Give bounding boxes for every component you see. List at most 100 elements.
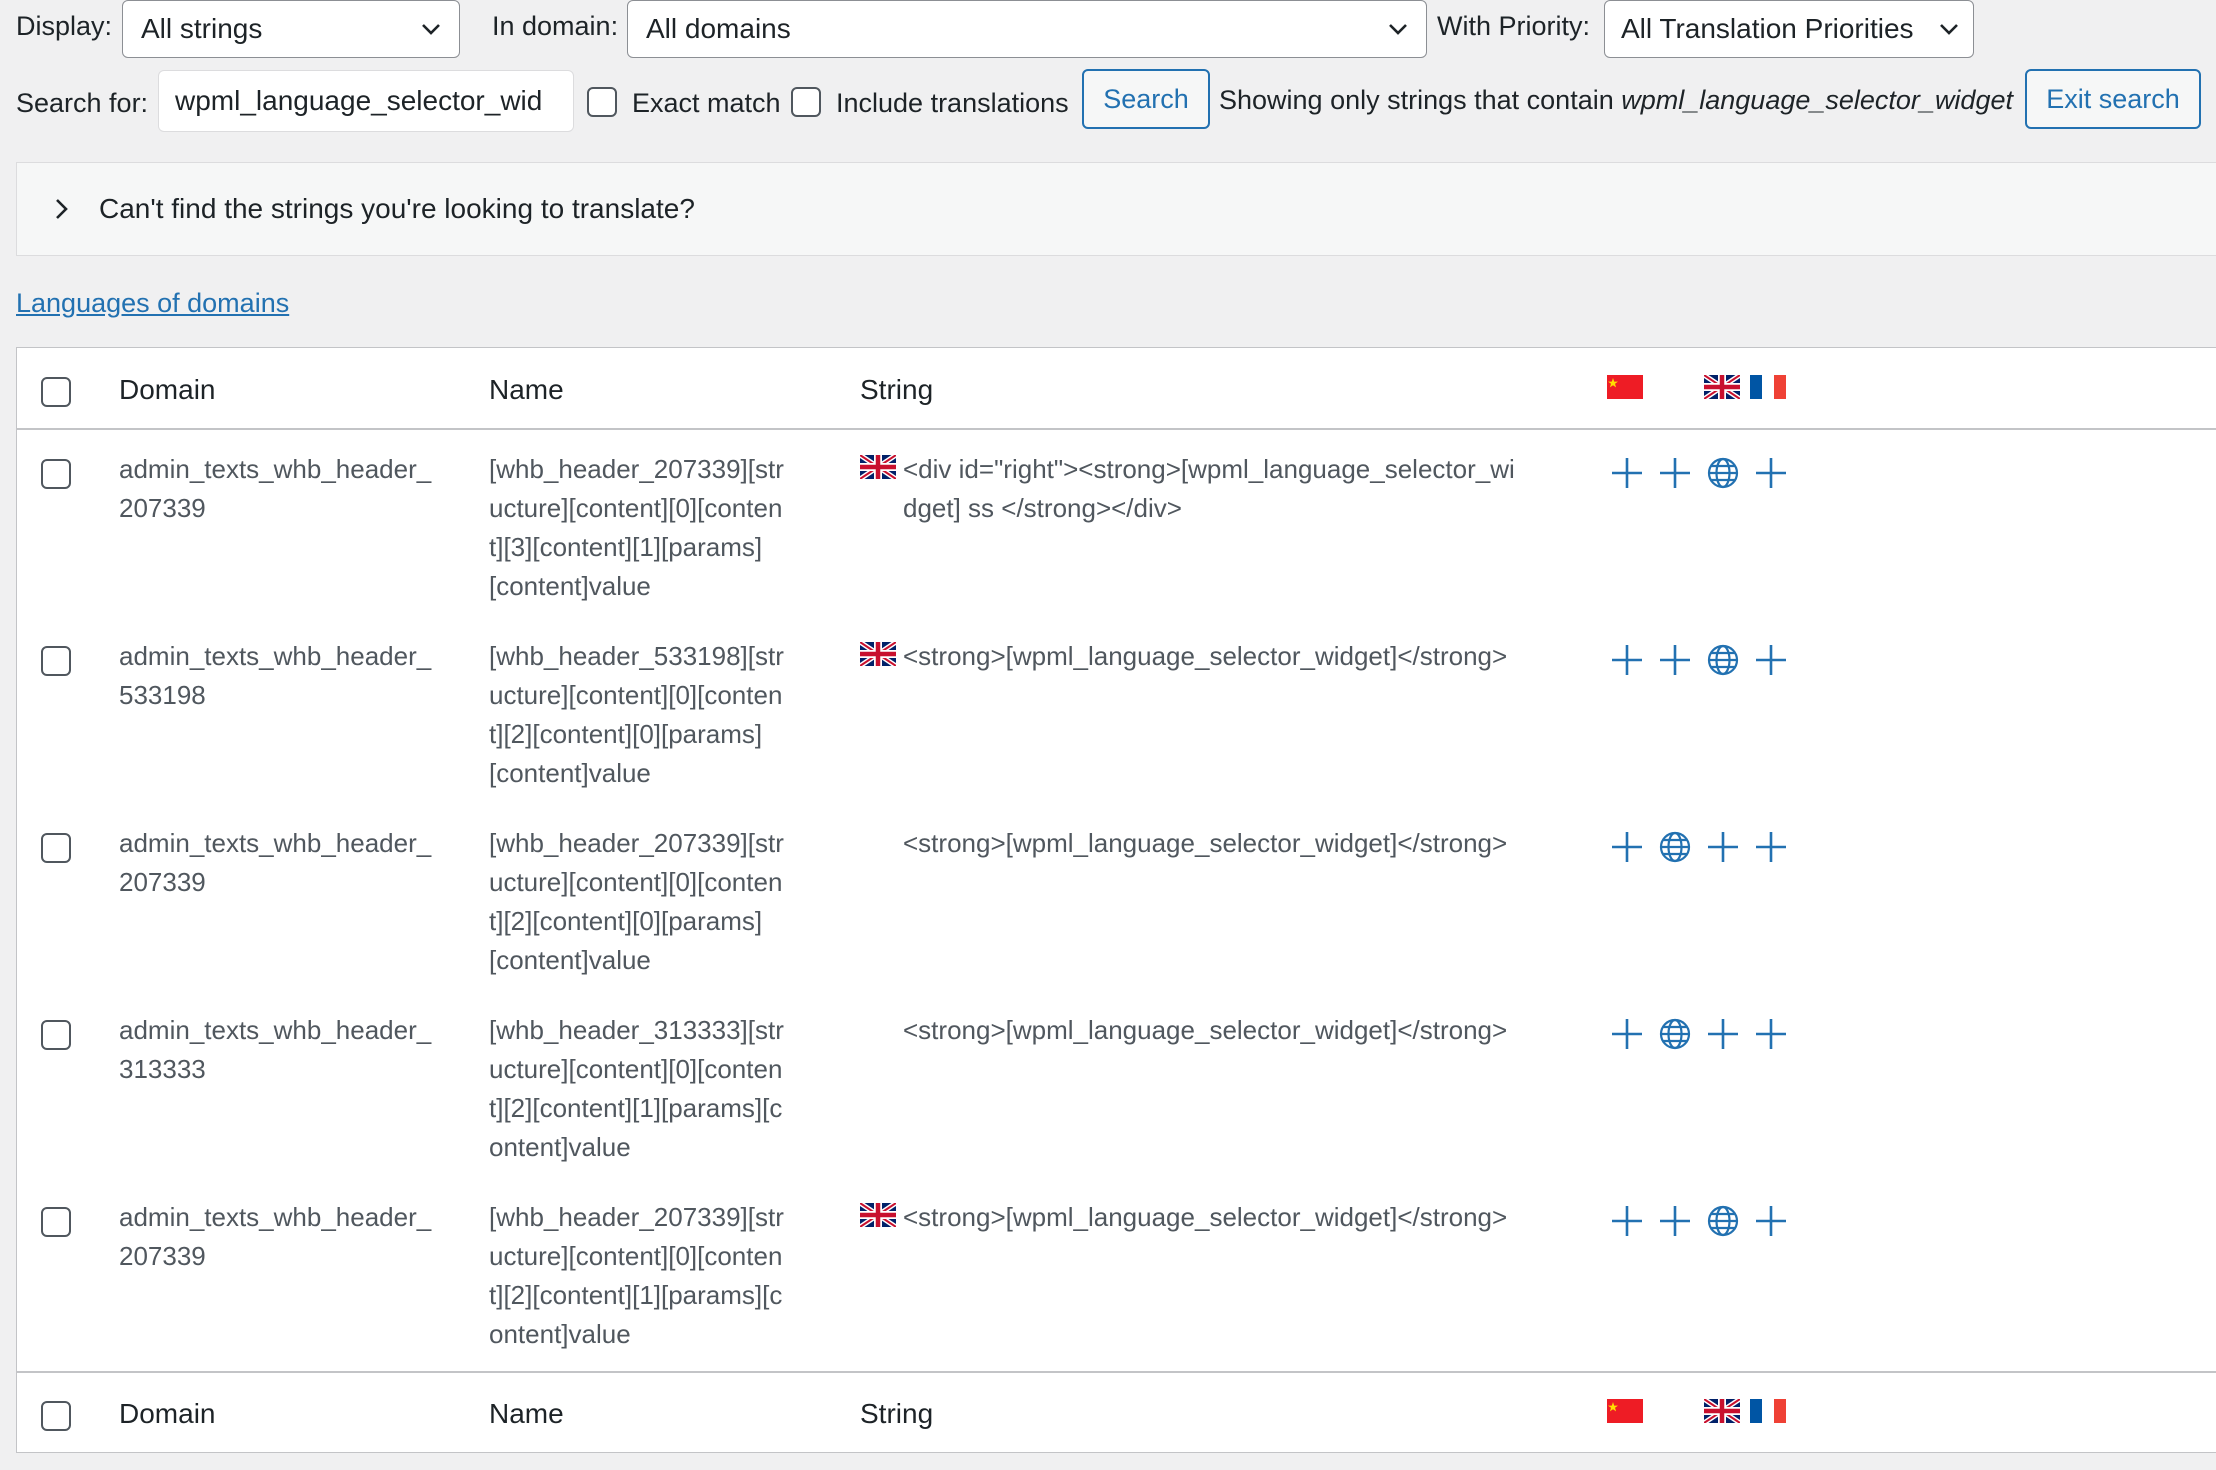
globe-icon[interactable] <box>1704 454 1742 492</box>
plus-icon[interactable] <box>1656 641 1694 679</box>
globe-icon[interactable] <box>1656 828 1694 866</box>
column-header-string[interactable]: String <box>860 374 933 406</box>
plus-icon[interactable] <box>1752 454 1790 492</box>
name-cell-line: [content]value <box>489 945 651 975</box>
column-header-name[interactable]: Name <box>489 374 564 406</box>
flag-cn-icon[interactable] <box>1607 375 1643 399</box>
chevron-down-icon <box>422 24 440 35</box>
priority-select-value: All Translation Priorities <box>1621 13 1914 44</box>
name-cell-line: t][2][content][0][params] <box>489 906 763 936</box>
flag-gb-icon <box>860 455 896 479</box>
select-all-footer-checkbox[interactable] <box>41 1401 71 1431</box>
search-label: Search for: <box>16 88 149 118</box>
domain-cell-line: admin_texts_whb_header_ <box>119 1202 432 1232</box>
exit-search-button[interactable]: Exit search <box>2025 69 2201 129</box>
flag-fr-icon[interactable] <box>1750 1399 1786 1423</box>
row-checkbox[interactable] <box>41 459 71 489</box>
row-checkbox[interactable] <box>41 646 71 676</box>
string-cell-line: dget] ss </strong></div> <box>903 493 1182 523</box>
string-cell-line: <strong>[wpml_language_selector_widget]<… <box>903 828 1508 858</box>
domain-cell: admin_texts_whb_header_ 207339 <box>119 1198 431 1276</box>
name-cell: [whb_header_313333][str ucture][content][… <box>489 1011 784 1167</box>
column-header-domain[interactable]: Domain <box>119 374 215 406</box>
display-label: Display: <box>16 11 113 41</box>
domain-cell-line: 207339 <box>119 867 206 897</box>
string-cell: <strong>[wpml_language_selector_widget]<… <box>903 824 1507 863</box>
domain-cell-line: admin_texts_whb_header_ <box>119 454 432 484</box>
domain-cell-line: 207339 <box>119 1241 206 1271</box>
globe-icon[interactable] <box>1704 1202 1742 1240</box>
column-footer-domain[interactable]: Domain <box>119 1398 215 1430</box>
chevron-down-icon <box>1940 24 1958 35</box>
name-cell-line: ucture][content][0][conten <box>489 493 783 523</box>
domain-cell-line: admin_texts_whb_header_ <box>119 828 432 858</box>
search-button[interactable]: Search <box>1082 69 1210 129</box>
search-input[interactable]: wpml_language_selector_wid <box>158 70 574 132</box>
name-cell: [whb_header_207339][str ucture][content][… <box>489 1198 784 1354</box>
plus-icon[interactable] <box>1608 641 1646 679</box>
name-cell: [whb_header_207339][str ucture][content][… <box>489 824 784 980</box>
domain-cell-line: admin_texts_whb_header_ <box>119 1015 432 1045</box>
plus-icon[interactable] <box>1608 1202 1646 1240</box>
plus-icon[interactable] <box>1752 1015 1790 1053</box>
string-cell: <div id="right"><strong>[wpml_language_s… <box>903 450 1515 528</box>
plus-icon[interactable] <box>1656 454 1694 492</box>
string-cell-line: <div id="right"><strong>[wpml_language_s… <box>903 454 1515 484</box>
include-translations-label: Include translations <box>836 88 1069 118</box>
search-status-term: wpml_language_selector_widget <box>1621 85 2013 115</box>
column-footer-string[interactable]: String <box>860 1398 933 1430</box>
name-cell-line: t][3][content][1][params] <box>489 532 763 562</box>
name-cell-line: ontent]value <box>489 1132 631 1162</box>
flag-fr-icon[interactable] <box>1750 375 1786 399</box>
exact-match-checkbox[interactable] <box>587 87 617 117</box>
help-notice-text: Can't find the strings you're looking to… <box>99 193 695 224</box>
flag-cn-icon[interactable] <box>1607 1399 1643 1423</box>
plus-icon[interactable] <box>1608 1015 1646 1053</box>
plus-icon[interactable] <box>1752 641 1790 679</box>
help-notice[interactable]: Can't find the strings you're looking to… <box>16 162 2216 256</box>
name-cell-line: t][2][content][1][params][c <box>489 1093 783 1123</box>
domain-select[interactable]: All domains <box>627 0 1427 58</box>
name-cell-line: [whb_header_533198][str <box>489 641 784 671</box>
flag-gb-icon[interactable] <box>1704 1399 1740 1423</box>
domain-cell: admin_texts_whb_header_ 207339 <box>119 824 431 902</box>
row-checkbox[interactable] <box>41 833 71 863</box>
name-cell-line: [whb_header_207339][str <box>489 828 784 858</box>
plus-icon[interactable] <box>1608 828 1646 866</box>
name-cell-line: ontent]value <box>489 1319 631 1349</box>
plus-icon[interactable] <box>1656 1202 1694 1240</box>
string-cell-line: <strong>[wpml_language_selector_widget]<… <box>903 641 1508 671</box>
domain-select-value: All domains <box>646 13 791 44</box>
flag-gb-icon[interactable] <box>1704 375 1740 399</box>
name-cell-line: [whb_header_313333][str <box>489 1015 784 1045</box>
globe-icon[interactable] <box>1704 641 1742 679</box>
priority-select[interactable]: All Translation Priorities <box>1604 0 1974 58</box>
chevron-right-icon <box>56 199 68 219</box>
plus-icon[interactable] <box>1752 1202 1790 1240</box>
name-cell-line: [whb_header_207339][str <box>489 454 784 484</box>
string-cell: <strong>[wpml_language_selector_widget]<… <box>903 637 1507 676</box>
globe-icon[interactable] <box>1656 1015 1694 1053</box>
name-cell: [whb_header_533198][str ucture][content][… <box>489 637 784 793</box>
row-checkbox[interactable] <box>41 1020 71 1050</box>
plus-icon[interactable] <box>1752 828 1790 866</box>
chevron-down-icon <box>1389 24 1407 35</box>
plus-icon[interactable] <box>1704 828 1742 866</box>
plus-icon[interactable] <box>1704 1015 1742 1053</box>
plus-icon[interactable] <box>1608 454 1646 492</box>
strings-table: Domain Name String admin_texts_whb_heade… <box>16 347 2216 1453</box>
domain-cell-line: 207339 <box>119 493 206 523</box>
domain-label: In domain: <box>492 11 619 41</box>
row-checkbox[interactable] <box>41 1207 71 1237</box>
priority-label: With Priority: <box>1437 11 1591 41</box>
name-cell-line: [whb_header_207339][str <box>489 1202 784 1232</box>
string-cell-line: <strong>[wpml_language_selector_widget]<… <box>903 1202 1508 1232</box>
display-select[interactable]: All strings <box>122 0 460 58</box>
languages-of-domains-link[interactable]: Languages of domains <box>16 288 289 319</box>
name-cell-line: [content]value <box>489 571 651 601</box>
name-cell-line: [content]value <box>489 758 651 788</box>
string-cell: <strong>[wpml_language_selector_widget]<… <box>903 1198 1507 1237</box>
include-translations-checkbox[interactable] <box>791 87 821 117</box>
select-all-checkbox[interactable] <box>41 377 71 407</box>
column-footer-name[interactable]: Name <box>489 1398 564 1430</box>
